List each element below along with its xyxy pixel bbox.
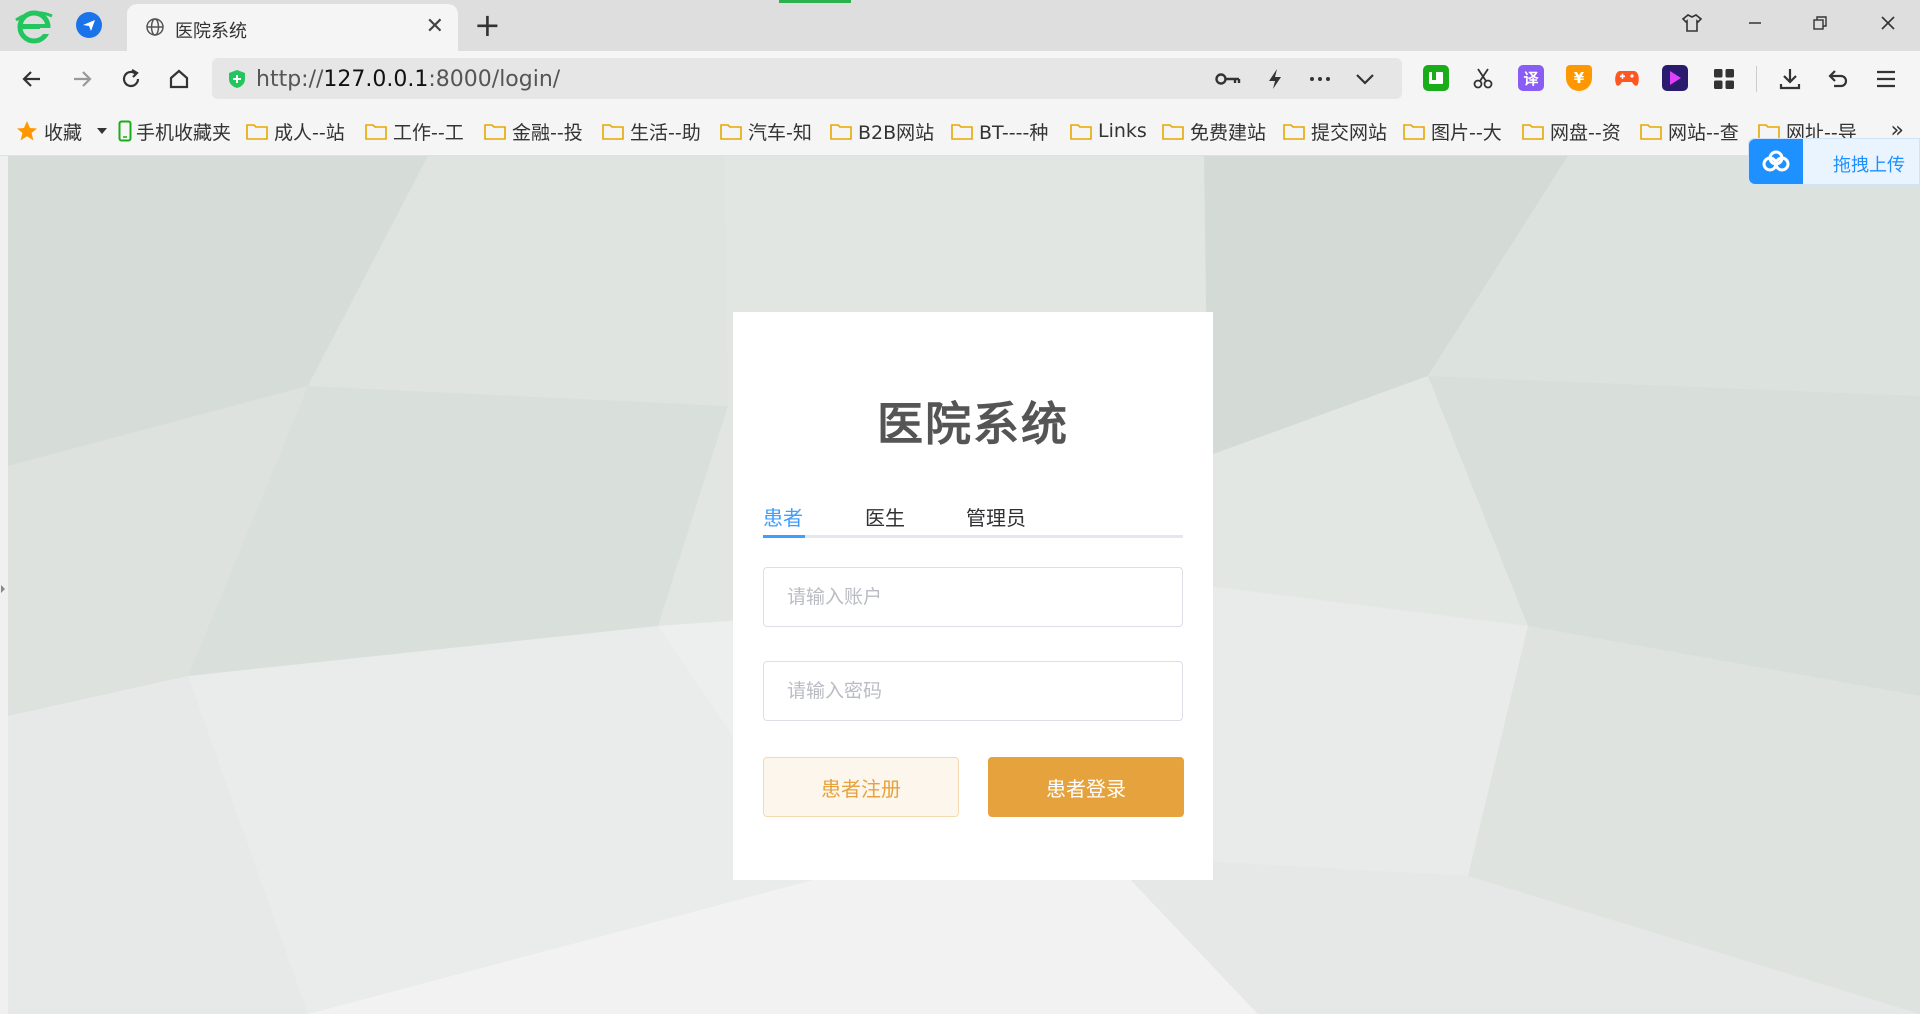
register-button[interactable]: 患者注册 [763,757,959,817]
apps-grid-icon[interactable] [1708,63,1740,95]
back-icon[interactable] [14,61,50,97]
tab-doctor[interactable]: 医生 [865,502,905,531]
bookmark-folder[interactable]: Links [1070,118,1162,144]
bookmark-folder[interactable]: 生活--助 [602,118,702,144]
expand-arrow-icon[interactable] [1,585,5,593]
role-tabs: 患者 医生 管理员 [763,502,1183,538]
bookmark-folder[interactable]: 金融--投 [484,118,584,144]
bookmarks-bar: 收藏 手机收藏夹 成人--站 工作--工 金融--投 生活--助 汽车-知 B2… [0,106,1920,156]
bookmark-folder[interactable]: 网盘--资 [1522,118,1622,144]
folder-icon [1070,123,1092,140]
lightning-icon[interactable] [1262,66,1288,92]
drag-upload-button[interactable]: 拖拽上传 [1748,138,1920,185]
bookmark-favorites[interactable]: 收藏 [16,118,82,144]
bookmark-mobile[interactable]: 手机收藏夹 [118,118,236,144]
bookmark-folder[interactable]: B2B网站 [830,118,942,144]
secure-shield-icon [229,70,245,88]
loading-indicator [779,0,851,3]
active-tab-indicator [763,535,805,538]
bookmark-folder[interactable]: 成人--站 [246,118,346,144]
login-card: 医院系统 患者 医生 管理员 患者注册 患者登录 [733,312,1213,880]
coin-shield-icon[interactable]: ¥ [1566,65,1592,91]
browser-toolbar: http://127.0.0.1:8000/login/ 译 ¥ [0,51,1920,106]
folder-icon [1283,123,1305,140]
tab-title: 医院系统 [175,21,247,42]
bookmark-folder[interactable]: 工作--工 [365,118,465,144]
folder-icon [1403,123,1425,140]
browser-logo-icon[interactable] [14,6,54,46]
folder-icon [246,123,268,140]
dropdown-chevron-icon[interactable] [1352,66,1378,92]
browser-tab-active[interactable]: 医院系统 ✕ [127,4,458,51]
phone-icon [118,120,132,142]
login-button[interactable]: 患者登录 [988,757,1184,817]
folder-icon [951,123,973,140]
folder-icon [1162,123,1184,140]
home-icon[interactable] [161,61,197,97]
scissors-icon[interactable] [1470,65,1496,91]
key-icon[interactable] [1215,66,1241,92]
video-player-icon[interactable] [1662,65,1688,91]
folder-icon [1758,123,1780,140]
bookmarks-dropdown-icon[interactable] [96,118,108,144]
translate-icon[interactable]: 译 [1518,65,1544,91]
restore-icon[interactable] [1800,6,1840,40]
menu-icon[interactable] [1870,63,1902,95]
close-tab-icon[interactable]: ✕ [426,14,444,40]
bookmark-folder[interactable]: 汽车-知 [720,118,812,144]
reload-icon[interactable] [113,61,149,97]
bookmark-folder[interactable]: 网站--查 [1640,118,1740,144]
download-icon[interactable] [1774,63,1806,95]
bookmark-folder[interactable]: 图片--大 [1403,118,1503,144]
game-controller-icon[interactable] [1614,65,1640,91]
folder-icon [484,123,506,140]
star-icon [17,121,37,141]
close-window-icon[interactable] [1868,6,1908,40]
send-icon[interactable] [76,12,102,38]
page-title: 医院系统 [877,397,1069,451]
more-dots-icon[interactable] [1307,66,1333,92]
url-text[interactable]: http://127.0.0.1:8000/login/ [256,67,560,92]
folder-icon [602,123,624,140]
book-extension-icon[interactable] [1423,65,1449,91]
bookmark-folder[interactable]: 免费建站 [1162,118,1266,144]
bookmark-folder[interactable]: BT----种 [951,118,1053,144]
new-tab-icon[interactable]: + [474,8,501,42]
minimize-icon[interactable] [1735,6,1775,40]
browser-tab-strip: 医院系统 ✕ + [0,0,1920,51]
forward-icon[interactable] [64,61,100,97]
folder-icon [1640,123,1662,140]
toolbar-divider [1756,66,1757,92]
login-page: 医院系统 患者 医生 管理员 患者注册 患者登录 [8,156,1920,1014]
cloud-upload-icon [1749,139,1803,184]
globe-icon [146,18,164,36]
folder-icon [1522,123,1544,140]
address-bar[interactable]: http://127.0.0.1:8000/login/ [212,58,1402,99]
account-input[interactable] [763,567,1183,627]
folder-icon [365,123,387,140]
folder-icon [830,123,852,140]
skin-icon[interactable] [1672,6,1712,40]
tab-admin[interactable]: 管理员 [966,502,1026,531]
upload-label: 拖拽上传 [1833,155,1905,176]
folder-icon [720,123,742,140]
bookmark-folder[interactable]: 提交网站 [1283,118,1387,144]
undo-icon[interactable] [1822,63,1854,95]
password-input[interactable] [763,661,1183,721]
tab-patient[interactable]: 患者 [763,502,803,531]
